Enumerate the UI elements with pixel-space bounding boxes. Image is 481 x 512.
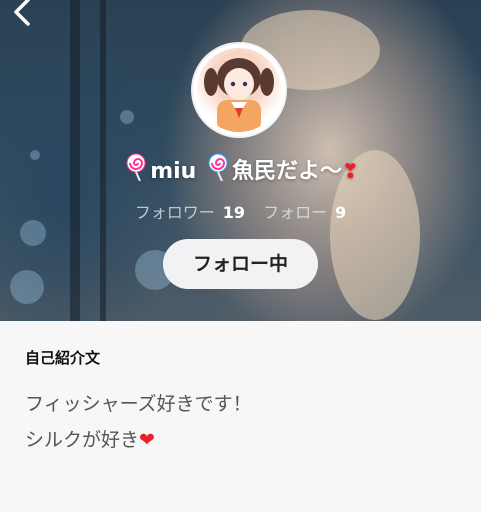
bio-line-1: フィッシャーズ好きです！ — [25, 393, 252, 415]
following-count: 9 — [335, 203, 347, 222]
bokeh-light — [20, 220, 46, 246]
bio-line-2: シルクが好き❤ — [25, 425, 155, 452]
heart-icon: ❤ — [139, 429, 155, 451]
followers-stat[interactable]: フォロワー 19 — [135, 203, 245, 222]
follow-stats: フォロワー 19 フォロー 9 — [0, 199, 481, 223]
candy-icon — [125, 153, 147, 187]
profile-name: miu 魚民だよ〜❣ — [0, 153, 481, 187]
followers-count: 19 — [222, 203, 246, 222]
following-label: フォロー — [263, 203, 328, 222]
followers-label: フォロワー — [134, 203, 215, 222]
avatar-icon — [197, 48, 281, 132]
heart-exclamation-icon: ❣ — [342, 159, 359, 183]
avatar[interactable] — [193, 44, 285, 136]
bio-line-2-text: シルクが好き — [25, 429, 140, 451]
profile-name-part2: 魚民だよ〜 — [232, 159, 343, 184]
bokeh-light — [10, 270, 44, 304]
chevron-left-icon — [14, 0, 30, 26]
bokeh-light — [120, 110, 134, 124]
back-button[interactable] — [4, 0, 44, 34]
following-button[interactable]: フォロー中 — [163, 239, 318, 289]
following-stat[interactable]: フォロー 9 — [263, 203, 346, 222]
bio-section: 自己紹介文 フィッシャーズ好きです！ シルクが好き❤ — [0, 321, 481, 512]
candy-icon — [207, 153, 229, 187]
profile-header: miu 魚民だよ〜❣ フォロワー 19 フォロー 9 フォロー中 — [0, 0, 481, 321]
profile-name-part1: miu — [150, 159, 197, 184]
bio-title: 自己紹介文 — [25, 349, 101, 367]
